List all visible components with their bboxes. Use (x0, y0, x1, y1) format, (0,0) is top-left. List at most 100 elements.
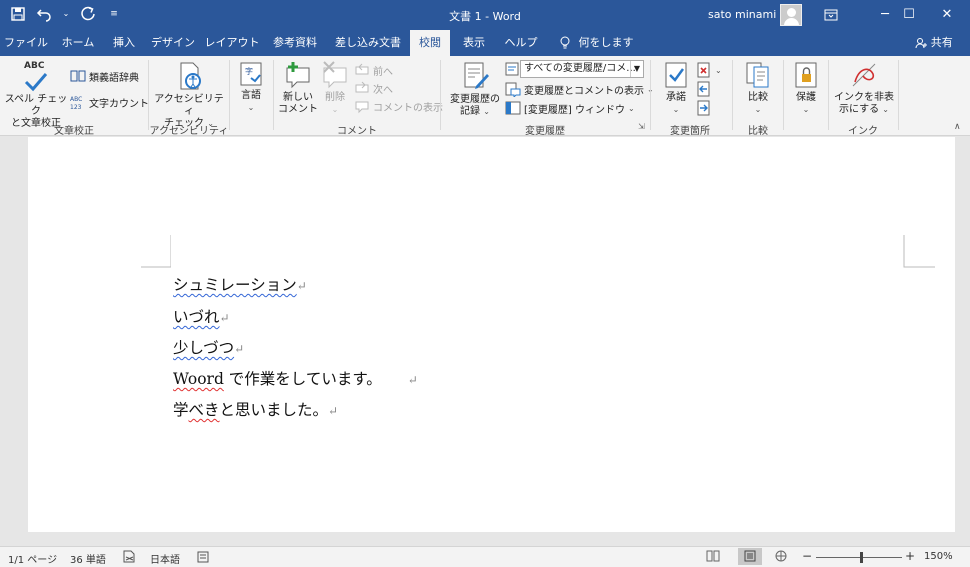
read-mode-icon[interactable] (706, 550, 720, 565)
new-comment-button[interactable]: 新しい コメント (276, 60, 320, 116)
display-for-review-icon (505, 62, 521, 78)
margin-corner-top-left (141, 235, 171, 268)
show-markup-label: 変更履歴とコメントの表示 (524, 85, 644, 97)
chevron-down-icon: ⌄ (754, 105, 762, 114)
group-separator (783, 60, 784, 130)
ribbon-display-options-icon[interactable] (808, 0, 854, 30)
word-count-icon: ABC 123 (70, 94, 86, 111)
next-comment-button[interactable]: 次へ (354, 80, 393, 96)
collapse-ribbon-icon[interactable]: ∧ (954, 122, 961, 132)
tab-file[interactable]: ファイル (0, 30, 52, 56)
thesaurus-label: 類義語辞典 (89, 72, 139, 84)
tab-home[interactable]: ホーム (52, 30, 104, 56)
show-comments-icon (354, 98, 370, 114)
word-count[interactable]: 36 単語 (70, 551, 106, 566)
markup-select[interactable]: すべての変更履歴/コメ... ▼ (520, 60, 644, 78)
spelling-grammar-button[interactable]: ABC スペル チェック と文章校正 (4, 60, 68, 130)
zoom-in-button[interactable]: + (905, 549, 915, 563)
hide-ink-button[interactable]: インクを非表 示にする ⌄ (832, 60, 896, 116)
compare-button[interactable]: 比較 ⌄ (738, 60, 778, 116)
prev-label: 前へ (373, 66, 393, 78)
print-layout-icon[interactable] (738, 548, 762, 565)
group-label-proofing: 文章校正 (54, 126, 94, 137)
hide-ink-icon (849, 60, 879, 90)
lightbulb-icon (554, 30, 576, 56)
group-separator (229, 60, 230, 130)
accept-icon (662, 60, 690, 90)
zoom-slider[interactable] (816, 557, 902, 558)
show-comments-label: コメントの表示 (373, 102, 443, 114)
zoom-slider-thumb[interactable] (860, 552, 863, 563)
document-line[interactable]: Woord で作業をしています。 ↵ (173, 367, 418, 389)
language-status[interactable]: 日本語 (150, 551, 180, 566)
share-button[interactable]: 共有 (906, 30, 962, 56)
group-label-compare: 比較 (748, 126, 768, 137)
line-text: 学 (173, 401, 189, 419)
compare-icon (744, 60, 772, 90)
dialog-launcher-icon[interactable]: ⇲ (638, 122, 645, 131)
reviewing-pane-button[interactable]: [変更履歴] ウィンドウ ⌄ (505, 100, 635, 116)
document-page[interactable]: シュミレーション↵ いづれ↵ 少しづつ↵ Woord で作業をしています。 ↵ 学… (28, 137, 955, 532)
document-line[interactable]: いづれ↵ (173, 305, 230, 327)
document-line[interactable]: 少しづつ↵ (173, 336, 244, 358)
status-bar: 1/1 ページ 36 単語 日本語 − + 150% (0, 546, 970, 567)
language-label: 言語 (241, 90, 261, 101)
next-change-button[interactable] (696, 100, 712, 116)
group-separator (898, 60, 899, 130)
delete-comment-button[interactable]: 削除 ⌄ (320, 60, 350, 116)
tab-references[interactable]: 参考資料 (262, 30, 328, 56)
chevron-down-icon: ⌄ (715, 65, 722, 75)
tab-insert[interactable]: 挿入 (104, 30, 144, 56)
protect-button[interactable]: 保護 ⌄ (788, 60, 824, 116)
chevron-down-icon: ⌄ (882, 105, 889, 114)
delete-comment-icon (320, 60, 350, 90)
document-line[interactable]: 学べきと思いました。↵ (173, 398, 338, 420)
macro-recording-icon[interactable] (197, 550, 209, 566)
show-markup-button[interactable]: 変更履歴とコメントの表示 ⌄ (505, 81, 654, 99)
tab-design[interactable]: デザイン (144, 30, 202, 56)
page-count[interactable]: 1/1 ページ (8, 551, 57, 566)
zoom-out-button[interactable]: − (802, 549, 812, 563)
tab-mailings[interactable]: 差し込み文書 (328, 30, 408, 56)
markup-select-value: すべての変更履歴/コメ... (524, 63, 636, 74)
group-separator (650, 60, 651, 130)
group-label-tracking: 変更履歴 (525, 126, 565, 137)
track-label-1: 変更履歴の (450, 94, 500, 105)
tell-me-search[interactable]: 何をしますか (576, 30, 636, 75)
tab-view[interactable]: 表示 (452, 30, 496, 56)
chevron-down-icon[interactable]: ▼ (630, 61, 643, 77)
previous-change-button[interactable] (696, 81, 712, 97)
next-change-icon (696, 100, 712, 116)
ribbon: ABC スペル チェック と文章校正 類義語辞典 ABC 123 文字カウント 文… (0, 56, 970, 137)
chevron-down-icon: ⌄ (247, 103, 255, 112)
avatar[interactable] (780, 4, 802, 26)
accessibility-label-1: アクセシビリティ (154, 94, 224, 117)
tab-help[interactable]: ヘルプ (496, 30, 546, 56)
chevron-down-icon: ⌄ (483, 107, 490, 116)
accept-button[interactable]: 承諾 ⌄ (656, 60, 696, 116)
chevron-down-icon: ⌄ (627, 103, 635, 113)
show-comments-button[interactable]: コメントの表示 (354, 98, 443, 114)
markup-view-icon (505, 62, 521, 78)
user-name[interactable]: sato minami (708, 8, 776, 21)
proofing-status-icon[interactable] (122, 550, 136, 566)
accessibility-check-button[interactable]: アクセシビリティ チェック ⌄ (152, 60, 226, 130)
web-layout-icon[interactable] (774, 550, 788, 565)
track-changes-button[interactable]: 変更履歴の 記録 ⌄ (444, 60, 506, 118)
language-button[interactable]: 字 言語 ⌄ (232, 60, 270, 114)
reject-button[interactable]: ⌄ (696, 62, 722, 78)
tab-layout[interactable]: レイアウト (202, 30, 262, 56)
close-icon[interactable]: ✕ (924, 0, 970, 30)
paragraph-mark: ↵ (328, 404, 339, 418)
spell-label-1: スペル チェック (4, 94, 68, 117)
title-bar: ⌄ ≡ 文書 1 - Word sato minami ─ ☐ ✕ (0, 0, 970, 30)
zoom-level[interactable]: 150% (924, 551, 953, 562)
accept-label: 承諾 (666, 92, 686, 103)
share-label: 共有 (930, 36, 953, 49)
previous-comment-button[interactable]: 前へ (354, 62, 393, 78)
word-count-button[interactable]: ABC 123 文字カウント (70, 94, 149, 111)
track-changes-icon (459, 60, 491, 92)
document-line[interactable]: シュミレーション↵ (173, 273, 307, 295)
thesaurus-button[interactable]: 類義語辞典 (70, 68, 139, 84)
tab-review[interactable]: 校閲 (410, 30, 450, 56)
